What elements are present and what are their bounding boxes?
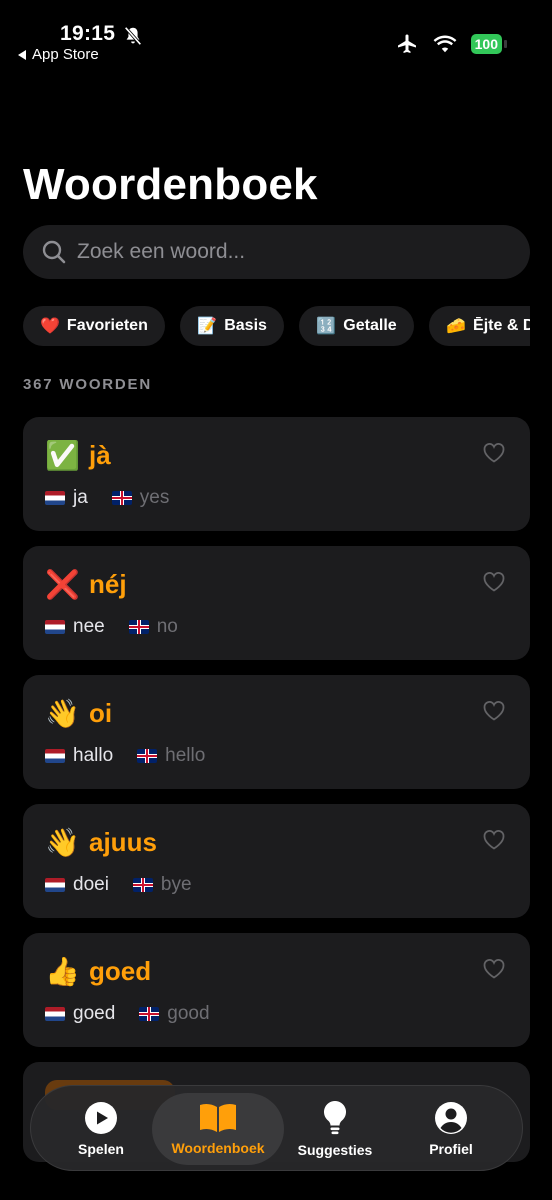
word-title: jà — [89, 440, 111, 470]
uk-flag-icon — [139, 1007, 160, 1021]
dutch-translation: doei — [73, 874, 109, 895]
word-emoji-icon: 👋 — [45, 827, 80, 858]
back-to-app-store[interactable]: App Store — [18, 46, 99, 63]
tab-suggesties[interactable]: Suggesties — [283, 1086, 387, 1172]
category-chips: ❤️ Favorieten 📝 Basis 🔢 Getalle 🧀 Ējte &… — [23, 306, 530, 346]
heart-emoji-icon: ❤️ — [40, 318, 60, 335]
play-icon — [85, 1102, 117, 1134]
uk-flag-icon — [137, 749, 158, 763]
wifi-icon — [433, 35, 457, 53]
status-time: 19:15 — [60, 22, 116, 45]
netherlands-flag-icon — [45, 749, 65, 763]
chip-basis[interactable]: 📝 Basis — [180, 306, 284, 346]
search-icon — [42, 240, 66, 264]
netherlands-flag-icon — [45, 878, 65, 892]
person-icon — [435, 1102, 467, 1134]
word-emoji-icon: 👋 — [45, 698, 80, 729]
word-title: ajuus — [89, 827, 157, 857]
chip-label: Ējte & D — [473, 317, 530, 334]
dutch-translation: nee — [73, 616, 105, 637]
battery-indicator: 100 — [470, 34, 508, 54]
netherlands-flag-icon — [45, 620, 65, 634]
airplane-icon — [397, 34, 416, 53]
word-emoji-icon: ✅ — [45, 440, 80, 471]
tab-label: Suggesties — [297, 1142, 373, 1158]
english-translation: bye — [160, 874, 192, 895]
english-translation: no — [156, 616, 178, 637]
dutch-translation: hallo — [73, 745, 114, 766]
memo-emoji-icon: 📝 — [197, 318, 218, 335]
english-translation: good — [167, 1003, 210, 1024]
status-indicators: 100 — [395, 32, 508, 56]
word-emoji-icon: 👍 — [45, 956, 80, 987]
english-translation: yes — [139, 487, 170, 508]
word-card[interactable]: 👍 goed goed good — [23, 933, 530, 1047]
word-title: néj — [89, 569, 127, 599]
word-count: 367 WOORDEN — [23, 376, 152, 393]
word-card[interactable]: ❌ néj nee no — [23, 546, 530, 660]
word-title: oi — [89, 698, 113, 728]
chip-label: Favorieten — [66, 317, 148, 334]
tab-label: Woordenboek — [171, 1140, 265, 1156]
heart-outline-icon[interactable] — [482, 699, 506, 721]
chip-ejte[interactable]: 🧀 Ējte & D — [429, 306, 530, 346]
heart-outline-icon[interactable] — [482, 957, 506, 979]
cheese-emoji-icon: 🧀 — [446, 318, 467, 335]
chip-label: Getalle — [343, 317, 397, 334]
word-emoji-icon: ❌ — [45, 569, 80, 600]
english-translation: hello — [165, 745, 206, 766]
heart-outline-icon[interactable] — [482, 441, 506, 463]
book-icon — [200, 1103, 236, 1132]
page-title: Woordenboek — [23, 160, 318, 209]
word-card[interactable]: 👋 oi hallo hello — [23, 675, 530, 789]
status-bar: 19:15 App Store 100 — [0, 0, 552, 70]
bell-muted-icon — [124, 26, 142, 46]
tab-profiel[interactable]: Profiel — [399, 1086, 503, 1172]
heart-outline-icon[interactable] — [482, 828, 506, 850]
uk-flag-icon — [111, 491, 132, 505]
tab-spelen[interactable]: Spelen — [49, 1086, 153, 1172]
dutch-translation: goed — [73, 1003, 116, 1024]
tab-label: Spelen — [78, 1141, 124, 1157]
search-input[interactable] — [77, 240, 497, 264]
heart-outline-icon[interactable] — [482, 570, 506, 592]
numbers-emoji-icon: 🔢 — [316, 318, 337, 335]
word-card[interactable]: 👋 ajuus doei bye — [23, 804, 530, 918]
chip-label: Basis — [224, 317, 267, 334]
netherlands-flag-icon — [45, 1007, 65, 1021]
tab-label: Profiel — [429, 1141, 473, 1157]
back-triangle-icon — [18, 49, 26, 60]
uk-flag-icon — [132, 878, 153, 892]
back-label: App Store — [32, 46, 99, 63]
word-title: goed — [89, 956, 152, 986]
search-bar[interactable] — [23, 225, 530, 279]
chip-getalle[interactable]: 🔢 Getalle — [299, 306, 414, 346]
tab-bar: Spelen Woordenboek Suggesties Profiel — [30, 1085, 523, 1171]
uk-flag-icon — [128, 620, 149, 634]
lightbulb-icon — [323, 1101, 347, 1135]
tab-woordenboek[interactable]: Woordenboek — [152, 1093, 284, 1165]
netherlands-flag-icon — [45, 491, 65, 505]
chip-favorieten[interactable]: ❤️ Favorieten — [23, 306, 165, 346]
dutch-translation: ja — [73, 487, 88, 508]
word-card[interactable]: ✅ jà ja yes — [23, 417, 530, 531]
